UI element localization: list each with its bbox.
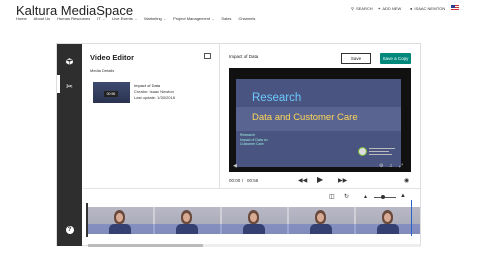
step-forward-icon[interactable]: ▶▶	[338, 177, 347, 184]
nav-item-about-us[interactable]: About Us	[34, 16, 50, 21]
us-flag-icon[interactable]	[451, 5, 459, 11]
slide-logo-icon	[358, 147, 367, 156]
panel-title: Video Editor	[90, 53, 135, 62]
user-name: ISAAC NEWTON	[414, 6, 446, 11]
split-icon[interactable]: ◫	[329, 193, 335, 200]
zoom-slider[interactable]	[374, 197, 396, 198]
user-icon: ●	[410, 6, 413, 11]
preview-title: Impact of Data	[229, 54, 259, 59]
chevron-down-icon: ⌄	[211, 17, 215, 21]
zoom-in-icon[interactable]: ▲	[400, 193, 406, 199]
zoom-slider-handle[interactable]	[381, 195, 385, 199]
plus-icon: +	[378, 6, 381, 11]
editor-sidebar	[57, 44, 82, 246]
nav-item-channels[interactable]: Channels	[238, 16, 255, 21]
current-time: 00:00	[229, 178, 241, 183]
entry-last-update: Last update: 1/30/2018	[134, 95, 175, 100]
help-icon[interactable]: ?	[64, 225, 75, 236]
time-separator: /	[242, 178, 244, 183]
settings-icon[interactable]: ⚙	[379, 163, 383, 169]
nav-item-marketing[interactable]: Marketing ⌄	[144, 16, 166, 21]
step-back-icon[interactable]: ◀◀	[298, 177, 307, 184]
nav-item-it[interactable]: IT ⌄	[97, 16, 105, 21]
chevron-down-icon: ⌄	[162, 17, 167, 21]
user-menu[interactable]: ● ISAAC NEWTON	[410, 6, 445, 11]
playhead[interactable]	[411, 200, 412, 236]
media-details-panel	[83, 44, 220, 188]
add-new-button[interactable]: + ADD NEW	[378, 6, 401, 11]
eye-icon[interactable]: ◉	[404, 177, 409, 184]
sidebar-active-indicator	[57, 75, 60, 93]
chevron-down-icon: ⌄	[101, 17, 106, 21]
slide-subtitle: Data and Customer Care	[252, 112, 358, 123]
cube-icon[interactable]	[64, 57, 75, 68]
nav-item-human-resources[interactable]: Human Resources	[57, 16, 90, 21]
search-icon: ⚲	[351, 6, 354, 11]
media-details-label: Media Details	[90, 68, 115, 73]
search-button[interactable]: ⚲ SEARCH	[351, 6, 373, 11]
scissors-icon[interactable]: ✂	[64, 81, 75, 92]
timeline-scrollbar-thumb[interactable]	[88, 244, 203, 247]
panel-toggle-icon[interactable]	[204, 53, 211, 59]
undo-icon[interactable]: ↻	[344, 193, 349, 200]
player-controls: ◀ ⚙ ♫ ⤢	[229, 162, 411, 172]
volume-icon[interactable]: ♫	[389, 163, 393, 169]
add-new-label: ADD NEW	[382, 6, 402, 11]
slide-footer-text	[369, 146, 395, 155]
save-button[interactable]: Save	[341, 53, 371, 64]
save-copy-button[interactable]: Save a Copy	[380, 53, 411, 64]
timeline-divider	[83, 188, 421, 189]
search-label: SEARCH	[355, 6, 373, 11]
zoom-out-icon[interactable]: ▴	[364, 193, 367, 200]
slide-text-line: Customer Care	[240, 142, 264, 146]
entry-name: Impact of Data	[134, 83, 161, 88]
nav-item-sales[interactable]: Sales	[221, 16, 231, 21]
total-time: 00:56	[247, 178, 259, 183]
play-small-icon[interactable]: ◀	[233, 163, 237, 169]
nav-item-live-events[interactable]: Live Events ⌄	[112, 16, 137, 21]
entry-creator: Creator: Isaac Newton	[134, 89, 174, 94]
main-nav: Home About Us Human Resources IT ⌄ Live …	[16, 16, 255, 21]
fullscreen-icon[interactable]: ⤢	[399, 163, 403, 169]
nav-item-project-management[interactable]: Project Management ⌄	[173, 16, 214, 21]
thumbnail-duration: 00:56	[104, 91, 118, 97]
nav-item-home[interactable]: Home	[16, 16, 27, 21]
chevron-down-icon: ⌄	[133, 17, 138, 21]
play-icon[interactable]: ▶	[317, 175, 323, 184]
audio-waveform	[88, 224, 420, 234]
slide-text-line: Research	[240, 133, 255, 137]
slide-title: Research	[252, 92, 302, 104]
